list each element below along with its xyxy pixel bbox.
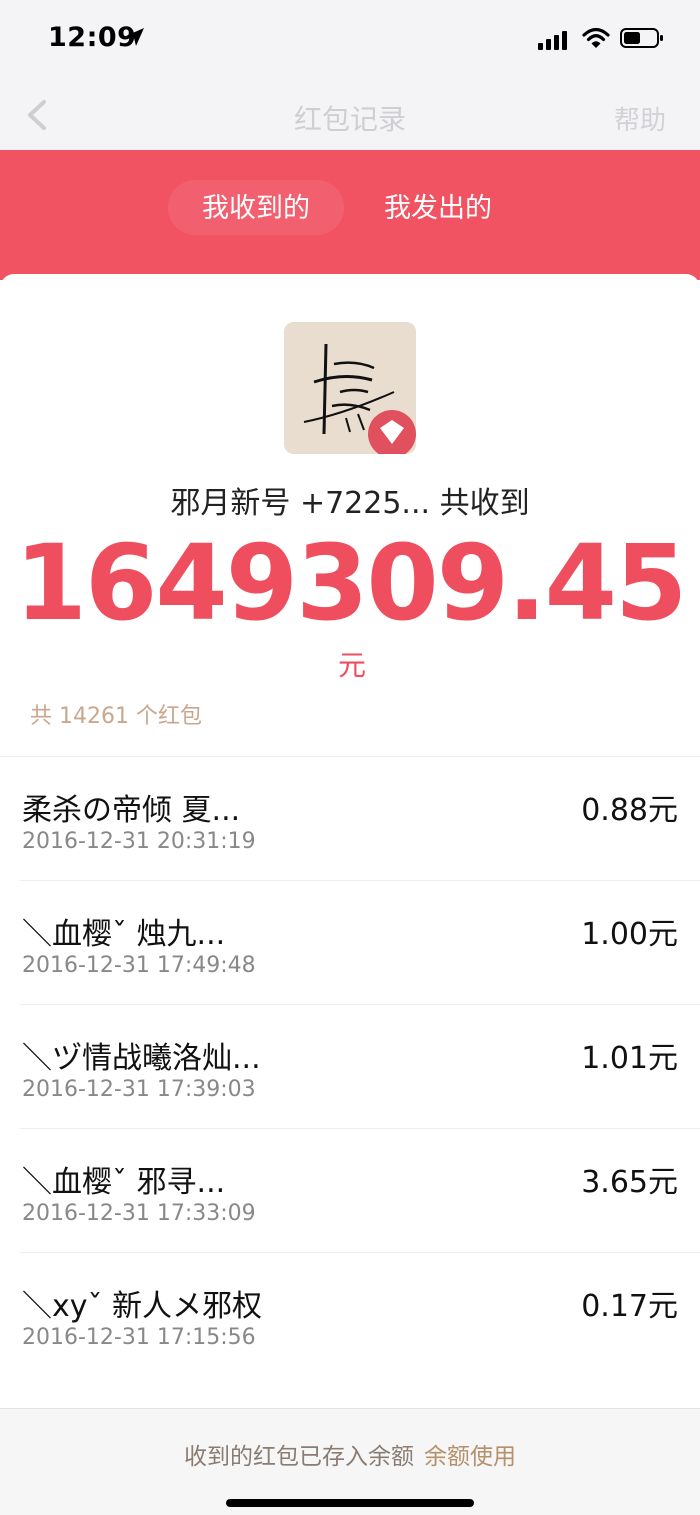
total-amount: 1649309.45 元 xyxy=(0,522,700,684)
record-date: 2016-12-31 20:31:19 xyxy=(22,829,256,854)
cellular-signal-icon xyxy=(538,31,567,50)
list-item[interactable]: ＼血樱ˇ 烛九... 2016-12-31 17:49:48 1.00元 xyxy=(20,881,700,1005)
footer-bar: 收到的红包已存入余额 余额使用 xyxy=(0,1408,700,1515)
tab-sent[interactable]: 我发出的 xyxy=(384,186,492,225)
total-amount-value: 1649309.45 xyxy=(14,522,688,644)
record-list: 柔杀の帝倾 夏... 2016-12-31 20:31:19 0.88元 ＼血樱… xyxy=(0,756,700,1376)
record-name: ＼xyˇ 新人メ邪权 xyxy=(22,1289,263,1324)
page-title: 红包记录 xyxy=(293,103,406,136)
navigation-bar: 红包记录 帮助 xyxy=(0,80,700,150)
record-amount: 1.01元 xyxy=(581,1041,678,1076)
tab-bar: 我收到的 我发出的 xyxy=(0,150,700,280)
packet-count: 共 14261 个红包 xyxy=(30,704,202,729)
record-name: ＼ヅ情战曦洛灿... xyxy=(22,1041,261,1076)
footer-note-text: 收到的红包已存入余额 xyxy=(184,1444,414,1470)
record-date: 2016-12-31 17:49:48 xyxy=(22,953,256,978)
status-bar: 12:09 xyxy=(0,0,700,80)
home-indicator[interactable] xyxy=(226,1499,474,1507)
tab-received[interactable]: 我收到的 xyxy=(168,180,344,235)
calligraphy-avatar-icon xyxy=(284,322,416,454)
balance-usage-link[interactable]: 余额使用 xyxy=(424,1444,516,1470)
record-name: ＼血樱ˇ 邪寻... xyxy=(22,1165,226,1200)
record-amount: 0.88元 xyxy=(581,793,678,828)
record-amount: 3.65元 xyxy=(581,1165,678,1200)
record-date: 2016-12-31 17:15:56 xyxy=(22,1325,256,1350)
record-name: 柔杀の帝倾 夏... xyxy=(22,793,241,828)
record-date: 2016-12-31 17:33:09 xyxy=(22,1201,256,1226)
record-date: 2016-12-31 17:39:03 xyxy=(22,1077,256,1102)
battery-icon xyxy=(620,28,663,48)
summary-card: 邪月新号 +7225... 共收到 1649309.45 元 共 14261 个红… xyxy=(0,274,700,1514)
avatar xyxy=(284,322,416,454)
total-amount-unit: 元 xyxy=(337,649,366,682)
wifi-icon xyxy=(582,27,610,48)
record-amount: 0.17元 xyxy=(581,1289,678,1324)
list-item[interactable]: ＼ヅ情战曦洛灿... 2016-12-31 17:39:03 1.01元 xyxy=(20,1005,700,1129)
record-amount: 1.00元 xyxy=(581,917,678,952)
list-item[interactable]: ＼xyˇ 新人メ邪权 2016-12-31 17:15:56 0.17元 xyxy=(20,1253,700,1376)
list-item[interactable]: 柔杀の帝倾 夏... 2016-12-31 20:31:19 0.88元 xyxy=(20,757,700,881)
help-button[interactable]: 帮助 xyxy=(614,100,666,137)
sender-summary: 邪月新号 +7225... 共收到 xyxy=(170,486,530,521)
record-name: ＼血樱ˇ 烛九... xyxy=(22,917,226,952)
footer-note: 收到的红包已存入余额 余额使用 xyxy=(0,1437,700,1471)
list-item[interactable]: ＼血樱ˇ 邪寻... 2016-12-31 17:33:09 3.65元 xyxy=(20,1129,700,1253)
location-arrow-icon xyxy=(126,28,144,46)
